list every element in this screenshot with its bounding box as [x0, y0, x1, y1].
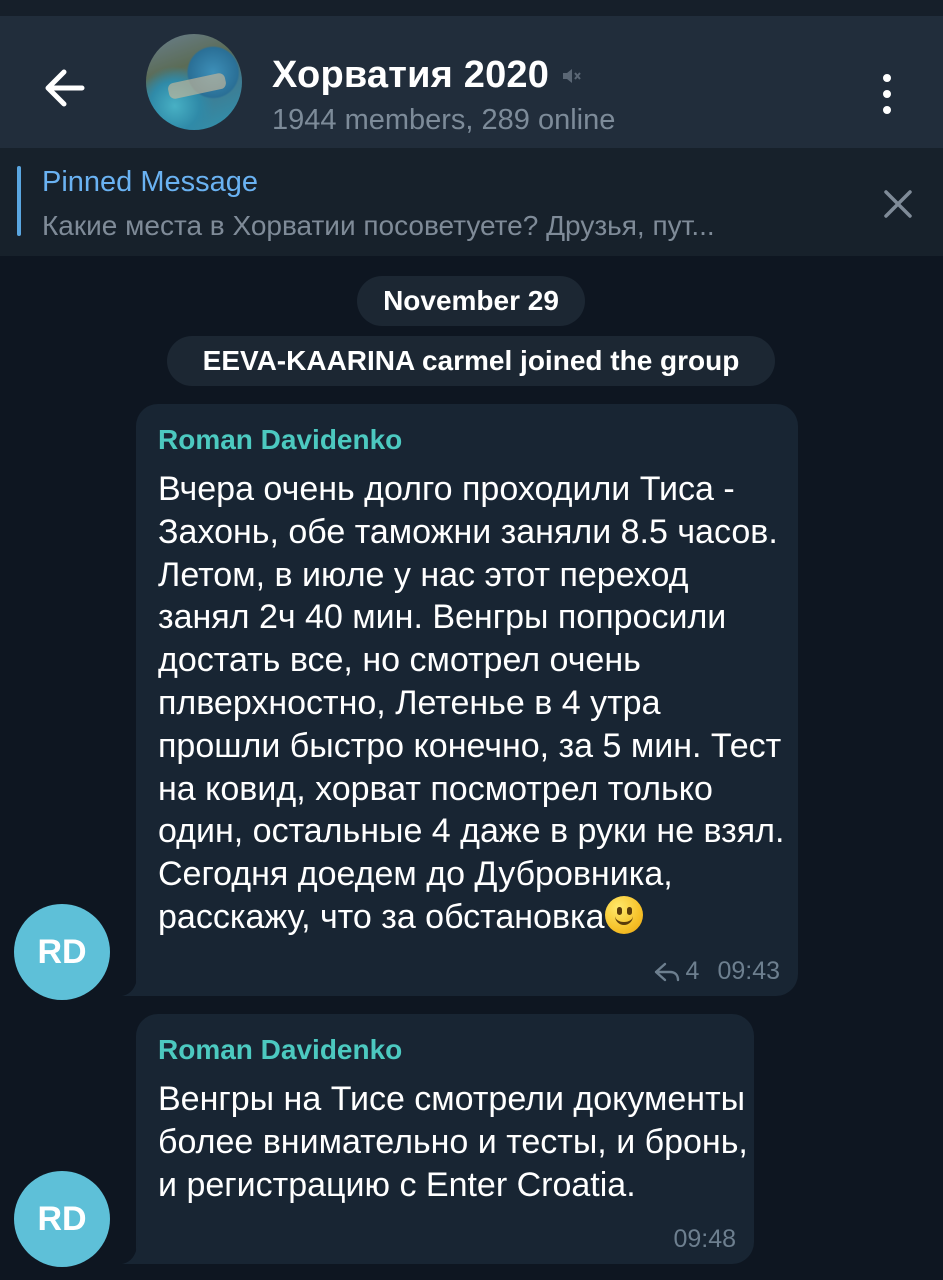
more-vertical-icon[interactable]	[866, 74, 908, 122]
pinned-title: Pinned Message	[42, 166, 259, 198]
group-avatar[interactable]	[146, 34, 242, 130]
arrow-left-icon[interactable]	[36, 60, 92, 116]
message-time: 09:43	[717, 957, 780, 985]
chat-subtitle: 1944 members, 289 online	[272, 104, 616, 136]
message-time: 09:48	[673, 1225, 736, 1253]
message-text-body: Вчера очень долго проходили Тиса - Захон…	[158, 470, 785, 936]
chat-title: Хорватия 2020	[272, 54, 550, 96]
date-separator: November 29	[357, 276, 585, 326]
reply-count[interactable]: 4	[686, 957, 700, 986]
service-message-joined: EEVA-KAARINA carmel joined the group	[167, 336, 775, 386]
message-meta: 4 09:43	[654, 957, 780, 986]
bubble-tail	[122, 968, 146, 996]
message-text: Вчера очень долго проходили Тиса - Захон…	[158, 468, 788, 939]
message-meta: 09:48	[673, 1225, 736, 1254]
slightly-smiling-face-icon	[604, 895, 643, 934]
avatar[interactable]: RD	[14, 1171, 110, 1267]
close-icon[interactable]	[878, 184, 918, 224]
message-bubble[interactable]: Roman Davidenko Вчера очень долго проход…	[122, 404, 798, 996]
pinned-text: Какие места в Хорватии посоветуете? Друз…	[42, 210, 715, 241]
sender-name[interactable]: Roman Davidenko	[158, 1034, 402, 1066]
chat-header: Хорватия 2020 1944 members, 289 online	[0, 0, 943, 148]
reply-icon	[654, 962, 679, 981]
pinned-message-bar[interactable]: Pinned Message Какие места в Хорватии по…	[0, 148, 943, 256]
sender-name[interactable]: Roman Davidenko	[158, 424, 402, 456]
message-text: Венгры на Тисе смотрели документы более …	[158, 1080, 748, 1204]
chat-title-row[interactable]: Хорватия 2020	[272, 54, 583, 97]
avatar[interactable]: RD	[14, 904, 110, 1000]
pinned-indicator	[17, 166, 21, 236]
message-bubble[interactable]: Roman Davidenko Венгры на Тисе смотрели …	[122, 1014, 754, 1264]
muted-speaker-icon	[563, 68, 581, 83]
bubble-tail	[122, 1236, 146, 1264]
